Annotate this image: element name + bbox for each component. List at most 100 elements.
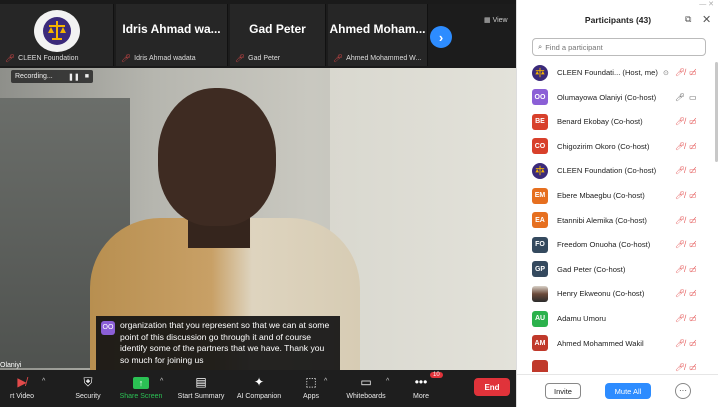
- participant-row[interactable]: EM Ebere Mbaegbu (Co-host) 🎤︎̸ ▭̸: [517, 183, 713, 208]
- whiteboard-icon: ▭: [360, 375, 372, 389]
- start-summary-button[interactable]: ▤ Start Summary: [174, 375, 228, 400]
- share-screen-icon: ↑: [116, 375, 166, 390]
- mic-muted-icon[interactable]: 🎤︎̸: [675, 191, 685, 200]
- search-input[interactable]: [545, 42, 696, 52]
- camera-off-icon[interactable]: ▭̸: [689, 289, 697, 298]
- participant-row[interactable]: FO Freedom Onuoha (Co-host) 🎤︎̸ ▭̸: [517, 232, 713, 257]
- participant-list: CLEEN Foundati... (Host, me) ⊙ 🎤︎̸ ▭̸ OO Olum…: [517, 60, 713, 372]
- camera-off-icon[interactable]: ▭̸: [689, 363, 697, 372]
- camera-on-icon[interactable]: ▭: [689, 93, 697, 102]
- participant-row[interactable]: OO Olumayowa Olaniyi (Co-host) 🎤︎ ▭: [517, 85, 713, 110]
- popout-icon[interactable]: ⧉: [685, 14, 691, 25]
- end-meeting-button[interactable]: End: [474, 378, 510, 396]
- participant-row[interactable]: GP Gad Peter (Co-host) 🎤︎̸ ▭̸: [517, 257, 713, 282]
- more-button[interactable]: ••• More: [404, 375, 438, 400]
- search-icon: ⌕: [538, 42, 543, 51]
- pause-icon[interactable]: ❚❚: [68, 73, 80, 81]
- mic-muted-icon[interactable]: 🎤︎̸: [675, 363, 685, 372]
- mic-muted-icon[interactable]: 🎤︎̸: [675, 339, 685, 348]
- view-button[interactable]: ▦ View: [484, 16, 508, 24]
- avatar: [532, 162, 548, 179]
- security-button[interactable]: ⛨ Security: [70, 375, 106, 400]
- camera-off-icon[interactable]: ▭̸: [689, 339, 697, 348]
- share-caret-icon[interactable]: ^: [160, 378, 163, 385]
- mic-muted-icon[interactable]: 🎤︎̸: [675, 265, 685, 274]
- mic-muted-icon[interactable]: 🎤︎̸: [675, 166, 685, 175]
- mic-muted-icon[interactable]: 🎤︎̸: [675, 314, 685, 323]
- caption-text: organization that you represent so that …: [120, 320, 330, 365]
- video-tile-ahmed[interactable]: Ahmed Moham... 🎤︎ Ahmed Mohammed W...: [328, 4, 428, 66]
- participants-panel: — ✕ Participants (43) ⧉ ✕ ⌕ CLEEN Founda…: [516, 0, 718, 407]
- mic-muted-icon: 🎤︎: [235, 54, 246, 63]
- mic-muted-icon: 🎤︎: [333, 54, 344, 63]
- video-tile-gad[interactable]: Gad Peter 🎤︎ Gad Peter: [230, 4, 326, 66]
- camera-off-icon[interactable]: ▭̸: [689, 240, 697, 249]
- participant-row[interactable]: CLEEN Foundati... (Host, me) ⊙ 🎤︎̸ ▭̸: [517, 60, 713, 85]
- whiteboards-button[interactable]: ▭ Whiteboards: [342, 375, 390, 400]
- whiteboards-caret-icon[interactable]: ^: [386, 378, 389, 385]
- mic-muted-icon[interactable]: 🎤︎̸: [675, 117, 685, 126]
- participant-row[interactable]: CO Chigozirim Okoro (Co-host) 🎤︎̸ ▭̸: [517, 134, 713, 159]
- camera-off-icon[interactable]: ▭̸: [689, 216, 697, 225]
- camera-off-icon[interactable]: ▭̸: [689, 117, 697, 126]
- participant-name: Etannibi Alemika (Co-host): [557, 215, 647, 225]
- window-controls: — ✕: [699, 1, 714, 8]
- participant-row[interactable]: 🎤︎̸ ▭̸: [517, 355, 713, 372]
- participant-row[interactable]: Henry Ekweonu (Co-host) 🎤︎̸ ▭̸: [517, 281, 713, 306]
- video-caret-icon[interactable]: ^: [42, 378, 45, 385]
- participant-name: Ahmed Mohammed Wakil: [557, 338, 644, 348]
- participant-row[interactable]: AU Adamu Umoru 🎤︎̸ ▭̸: [517, 306, 713, 331]
- share-screen-button[interactable]: ↑ Share Screen: [116, 375, 166, 400]
- start-video-button[interactable]: ▶︎̸ rt Video: [0, 375, 44, 400]
- mic-muted-icon[interactable]: 🎤︎̸: [675, 68, 685, 77]
- apps-icon: ⬚: [305, 375, 317, 389]
- tile-name: 🎤︎ Gad Peter: [235, 54, 281, 63]
- camera-off-icon[interactable]: ▭̸: [689, 68, 697, 77]
- tile-name: 🎤︎ Idris Ahmad wadata: [121, 54, 196, 63]
- camera-off-icon[interactable]: ▭̸: [689, 142, 697, 151]
- participant-row[interactable]: BE Benard Ekobay (Co-host) 🎤︎̸ ▭̸: [517, 109, 713, 134]
- mic-muted-icon[interactable]: 🎤︎̸: [675, 142, 685, 151]
- mic-muted-icon: 🎤︎: [5, 54, 16, 63]
- mic-on-icon[interactable]: 🎤︎: [675, 93, 685, 102]
- tile-display-name: Ahmed Moham...: [329, 22, 426, 36]
- caption-speaker-avatar: OO: [101, 321, 115, 335]
- recording-indicator: Recording... ❚❚ ■: [11, 70, 93, 83]
- close-icon[interactable]: ✕: [702, 13, 711, 26]
- panel-header: Participants (43) ⧉ ✕: [517, 8, 718, 32]
- participant-name: Gad Peter (Co-host): [557, 264, 626, 274]
- tile-display-name: Idris Ahmad wa...: [122, 22, 221, 36]
- camera-off-icon[interactable]: ▭̸: [689, 265, 697, 274]
- panel-footer: Invite Mute All ···: [517, 374, 718, 407]
- avatar: [532, 64, 548, 81]
- next-page-button[interactable]: ›: [430, 26, 452, 48]
- participant-row[interactable]: CLEEN Foundation (Co-host) 🎤︎̸ ▭̸: [517, 158, 713, 183]
- stop-icon[interactable]: ■: [85, 73, 89, 81]
- participant-name: Benard Ekobay (Co-host): [557, 117, 643, 127]
- participant-name: Adamu Umoru: [557, 314, 606, 323]
- invite-button[interactable]: Invite: [545, 383, 581, 399]
- avatar: OO: [532, 89, 548, 106]
- mic-muted-icon[interactable]: 🎤︎̸: [675, 240, 685, 249]
- avatar: [532, 285, 548, 302]
- meeting-area: 🎤︎ CLEEN Foundation Idris Ahmad wa... 🎤︎ I…: [0, 0, 516, 407]
- search-box[interactable]: ⌕: [532, 38, 706, 56]
- mute-all-button[interactable]: Mute All: [605, 383, 651, 399]
- camera-off-icon[interactable]: ▭̸: [689, 166, 697, 175]
- more-options-button[interactable]: ···: [675, 383, 691, 399]
- apps-button[interactable]: ⬚ Apps: [296, 375, 326, 400]
- video-tile-cleen[interactable]: 🎤︎ CLEEN Foundation: [0, 4, 114, 66]
- avatar: [532, 359, 548, 372]
- avatar: GP: [532, 261, 548, 278]
- participant-row[interactable]: EA Etannibi Alemika (Co-host) 🎤︎̸ ▭̸: [517, 208, 713, 233]
- camera-off-icon[interactable]: ▭̸: [689, 314, 697, 323]
- mic-muted-icon[interactable]: 🎤︎̸: [675, 289, 685, 298]
- ai-companion-button[interactable]: ✦ AI Companion: [234, 375, 284, 400]
- camera-off-icon[interactable]: ▭̸: [689, 191, 697, 200]
- status-icon: ⊙: [663, 69, 669, 77]
- participant-row[interactable]: AM Ahmed Mohammed Wakil 🎤︎̸ ▭̸: [517, 331, 713, 356]
- apps-caret-icon[interactable]: ^: [324, 378, 327, 385]
- video-tile-idris[interactable]: Idris Ahmad wa... 🎤︎ Idris Ahmad wadata: [116, 4, 228, 66]
- mic-muted-icon[interactable]: 🎤︎̸: [675, 216, 685, 225]
- tile-name: 🎤︎ Ahmed Mohammed W...: [333, 54, 422, 63]
